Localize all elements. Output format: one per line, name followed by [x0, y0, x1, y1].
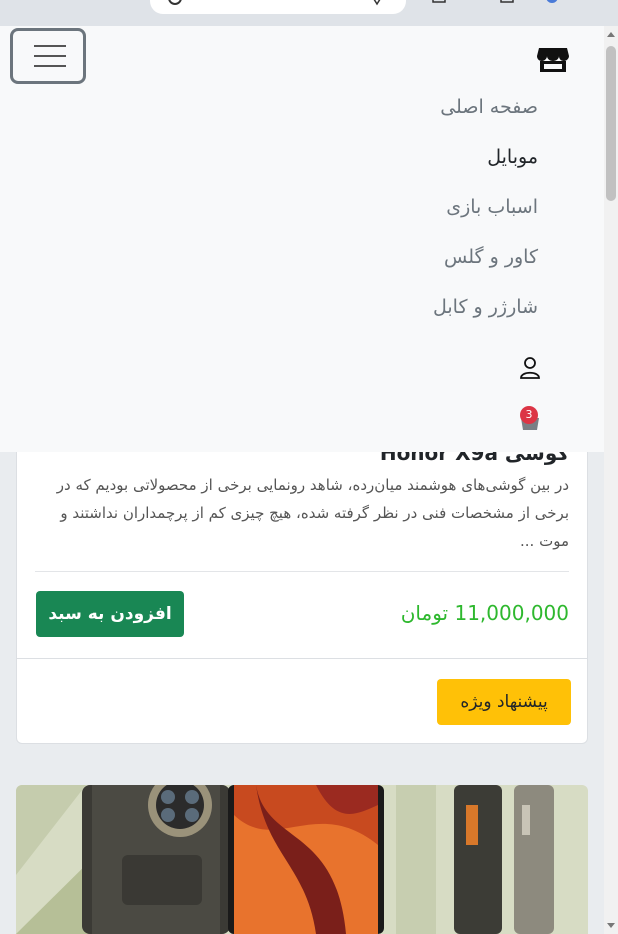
product-description: در بین گوشی‌های هوشمند میان‌رده، شاهد رو… [56, 476, 569, 550]
menu-icon-bar [34, 65, 66, 67]
scroll-thumb[interactable] [606, 46, 616, 201]
nav-item-covers[interactable]: کاور و گلس [444, 246, 538, 268]
nav-item-mobile[interactable]: موبایل [487, 146, 538, 168]
nav-item-toys[interactable]: اسباب بازی [446, 196, 538, 218]
navbar-toggle-button[interactable] [10, 28, 86, 84]
product-card: گوشی Honor X9a در بین گوشی‌های هوشمند می… [16, 420, 588, 744]
scroll-up-arrow-icon[interactable] [607, 32, 615, 37]
special-offer-button[interactable]: پیشنهاد ویژه [437, 679, 571, 725]
address-bar[interactable] [150, 0, 406, 14]
navbar: صفحه اصلی موبایل اسباب بازی کاور و گلس ش… [0, 26, 604, 452]
profile-avatar-icon[interactable] [545, 0, 559, 6]
card-footer: پیشنهاد ویژه [17, 658, 587, 743]
bookmark-star-icon[interactable] [370, 0, 384, 6]
user-icon[interactable] [519, 356, 541, 380]
extensions-icon[interactable] [432, 0, 446, 6]
product-image[interactable] [16, 785, 588, 934]
sidepanel-icon[interactable] [500, 0, 514, 6]
phone-product-image [16, 785, 554, 934]
menu-icon [34, 45, 66, 47]
product-price: 11,000,000 تومان [400, 601, 569, 625]
nav-item-home[interactable]: صفحه اصلی [440, 96, 538, 118]
card-divider [35, 571, 569, 572]
page-scrollbar[interactable] [604, 26, 618, 934]
scroll-down-arrow-icon[interactable] [607, 923, 615, 928]
menu-icon-bar [34, 55, 66, 57]
cart-count-badge: 3 [520, 406, 538, 424]
add-to-cart-button[interactable]: افزودن به سبد [36, 591, 184, 637]
browser-toolbar [0, 0, 618, 26]
store-icon[interactable] [536, 44, 570, 74]
nav-item-chargers[interactable]: شارژر و کابل [433, 296, 538, 318]
page-info-icon[interactable] [168, 0, 182, 6]
